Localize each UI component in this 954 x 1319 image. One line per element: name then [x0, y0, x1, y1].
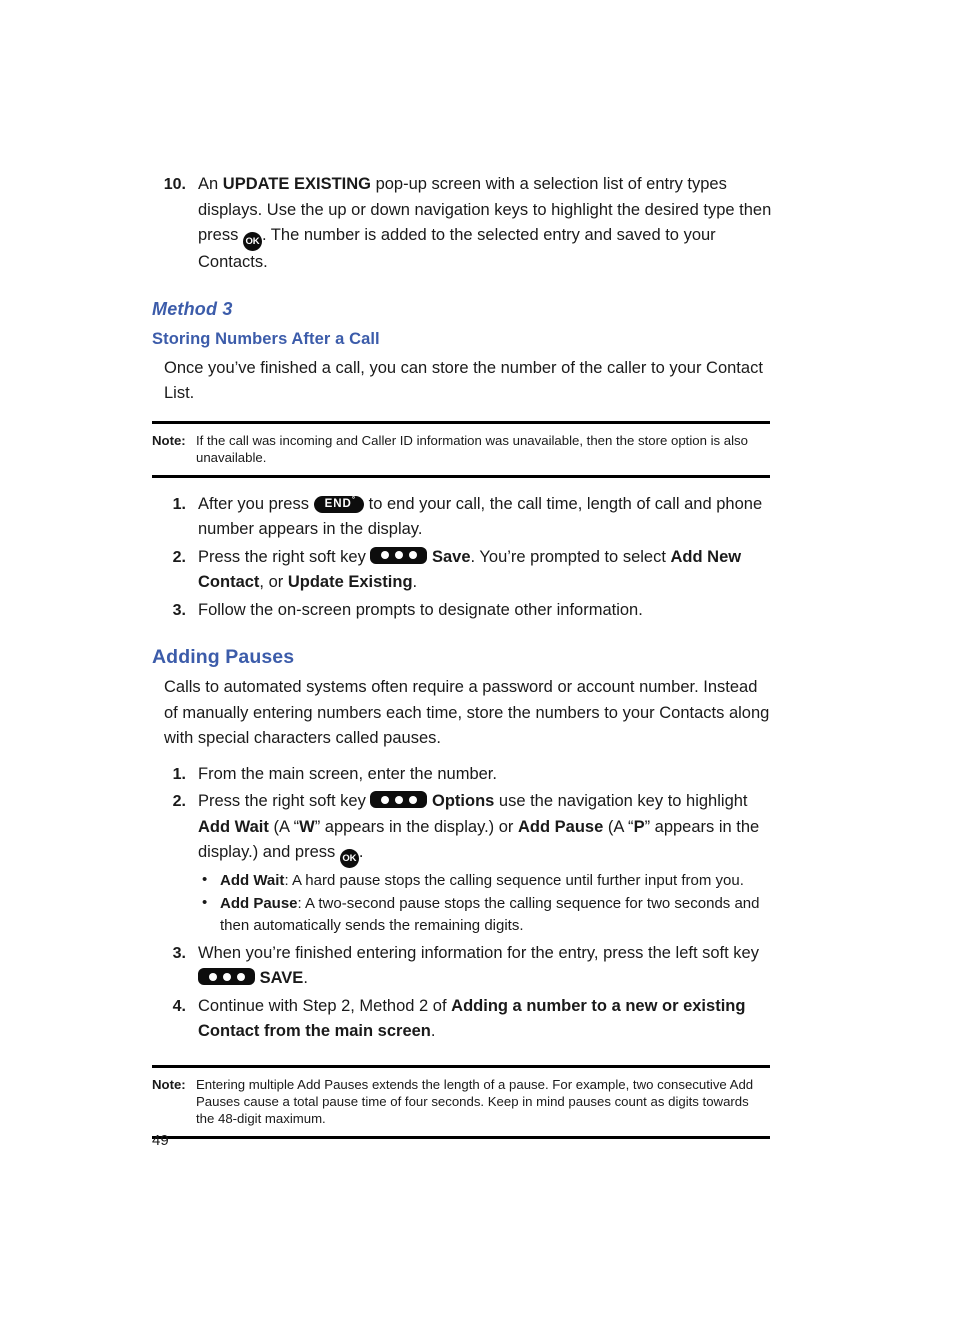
list-item: 1. From the main screen, enter the numbe… — [152, 762, 772, 788]
step-text: After you press END° to end your call, t… — [198, 495, 762, 539]
step-text-part3: , or — [259, 573, 288, 591]
step-10-text-part1: An — [198, 175, 223, 193]
step-text-part4: ” appears in the display.) or — [314, 817, 519, 836]
heading-adding-pauses: Adding Pauses — [152, 646, 295, 668]
soft-key-dot — [394, 551, 403, 560]
options-emphasis: Options — [432, 792, 495, 810]
step-text: From the main screen, enter the number. — [198, 764, 497, 783]
list-item: 2. Press the right soft key Options use … — [152, 789, 772, 938]
bullet-text: : A two-second pause stops the calling s… — [220, 894, 760, 935]
step-text-part2: . — [430, 1022, 436, 1040]
step-text: Press the right soft key Options use the… — [198, 791, 759, 868]
soft-key-dot — [380, 795, 389, 804]
list-number: 2. — [172, 793, 186, 810]
list-number: 1. — [172, 495, 186, 513]
soft-key-dot — [394, 795, 403, 804]
step-text-part1: When you’re finished entering informatio… — [198, 943, 759, 962]
note-box-add-pauses: Note: Entering multiple Add Pauses extend… — [152, 1064, 770, 1139]
list-item: 1. After you press END° to end your call… — [152, 492, 772, 543]
end-key-superscript: ° — [351, 494, 356, 504]
step-text-part1: Press the right soft key — [198, 792, 371, 810]
heading-method-3: Method 3 — [152, 298, 233, 319]
note-label: Note: — [152, 1076, 186, 1092]
soft-key-dot — [208, 972, 217, 981]
soft-key-dot — [236, 972, 245, 981]
page-number: 49 — [152, 1132, 169, 1149]
update-existing-emphasis: UPDATE EXISTING — [222, 175, 371, 193]
soft-key-dot — [222, 972, 231, 981]
list-item: • Add Wait: A hard pause stops the calli… — [198, 870, 772, 893]
add-wait-emphasis: Add Wait — [220, 872, 285, 889]
page-content: 10. An UPDATE EXISTING pop-up screen wit… — [152, 172, 772, 1139]
update-existing-emphasis: Update Existing — [287, 573, 413, 591]
pause-type-bullet-list: • Add Wait: A hard pause stops the calli… — [198, 870, 772, 938]
step-text-part2: . You’re prompted to select — [470, 547, 671, 566]
step-10-text: An UPDATE EXISTING pop-up screen with a … — [198, 175, 771, 271]
bullet-text: : A hard pause stops the calling sequenc… — [284, 872, 744, 889]
list-number: 1. — [172, 765, 186, 783]
list-number: 10. — [163, 176, 186, 193]
step-text: Follow the on-screen prompts to designat… — [198, 600, 643, 619]
method3-step-list: 1. After you press END° to end your call… — [152, 492, 772, 624]
step-text: Press the right soft key Save. You’re pr… — [198, 546, 741, 591]
ok-key-icon: OK — [242, 232, 262, 251]
add-pause-emphasis: Add Pause — [518, 817, 604, 836]
note-label: Note: — [152, 432, 186, 448]
list-item: 4. Continue with Step 2, Method 2 of Add… — [152, 994, 772, 1045]
list-number: 4. — [172, 997, 186, 1015]
save-emphasis: Save — [432, 547, 471, 566]
step-text-part1: Press the right soft key — [198, 547, 371, 566]
list-item: 3. When you’re finished entering informa… — [152, 941, 772, 992]
note-content: Note: Entering multiple Add Pauses extend… — [152, 1076, 770, 1127]
w-emphasis: W — [299, 817, 315, 836]
adding-pauses-intro-paragraph: Calls to automated systems often require… — [164, 678, 770, 747]
list-number: 2. — [172, 548, 186, 566]
list-item: • Add Pause: A two-second pause stops th… — [198, 893, 772, 938]
heading-storing-numbers-after-a-call: Storing Numbers After a Call — [152, 329, 380, 348]
list-number: 3. — [172, 601, 186, 619]
soft-key-icon — [198, 968, 255, 985]
end-key-icon: END° — [313, 494, 365, 513]
step-text: When you’re finished entering informatio… — [198, 943, 759, 987]
soft-key-icon — [370, 546, 428, 564]
method3-intro-paragraph: Once you’ve finished a call, you can sto… — [164, 358, 763, 403]
soft-key-dot — [380, 551, 389, 560]
end-key-label: END — [324, 497, 352, 510]
step-text-part4: . — [412, 573, 418, 591]
list-item: 10. An UPDATE EXISTING pop-up screen wit… — [152, 172, 772, 276]
add-pause-emphasis: Add Pause — [220, 894, 298, 912]
step-text-part5: (A “ — [603, 817, 634, 836]
step-text-part2: use the navigation key to highlight — [494, 792, 748, 810]
list-item: 3. Follow the on-screen prompts to desig… — [152, 598, 772, 624]
step-10-text-part3: . The number is added to the selected en… — [198, 226, 716, 271]
bullet-glyph: • — [202, 893, 208, 911]
list-item: 2. Press the right soft key Save. You’re… — [152, 545, 772, 596]
step-text-part1: After you press — [198, 494, 314, 513]
step-text-part7: . — [358, 843, 364, 861]
p-emphasis: P — [633, 817, 645, 836]
note-content: Note: If the call was incoming and Caller… — [152, 432, 770, 466]
list-number: 3. — [172, 944, 186, 962]
soft-key-dot — [408, 551, 417, 560]
step-text-part3: (A “ — [268, 817, 300, 836]
note-text: If the call was incoming and Caller ID i… — [196, 432, 748, 465]
document-page: 10. An UPDATE EXISTING pop-up screen wit… — [0, 0, 954, 1319]
adding-pauses-step-list: 1. From the main screen, enter the numbe… — [152, 762, 772, 1045]
ok-key-icon: OK — [339, 849, 359, 868]
note-text: Entering multiple Add Pauses extends the… — [196, 1076, 754, 1126]
step-text-part1: Continue with Step 2, Method 2 of — [198, 996, 452, 1015]
note-box-caller-id: Note: If the call was incoming and Caller… — [152, 420, 770, 478]
add-wait-emphasis: Add Wait — [198, 817, 269, 836]
continued-step-list: 10. An UPDATE EXISTING pop-up screen wit… — [152, 172, 772, 276]
soft-key-icon — [370, 791, 428, 808]
step-text-part2: . — [303, 969, 308, 987]
step-text: Continue with Step 2, Method 2 of Adding… — [198, 997, 745, 1041]
save-emphasis: SAVE — [259, 969, 304, 987]
soft-key-dot — [408, 795, 417, 804]
bullet-glyph: • — [202, 871, 208, 888]
